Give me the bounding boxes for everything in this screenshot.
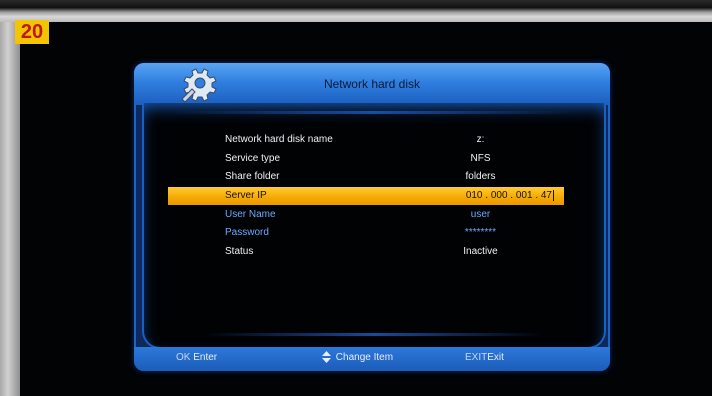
exit-hint[interactable]: EXITExit [465,351,504,365]
row-value: folders [465,171,496,182]
panel-glow-bottom [204,333,544,336]
dialog-footer: OK Enter Change Item EXITExit [134,347,610,371]
server-ip-input[interactable]: 010 . 000 . 001 . 47 [378,187,554,205]
exit-label: Exit [487,352,504,363]
ok-key: OK [176,352,191,363]
row-service-type[interactable]: Service type NFS [168,150,564,168]
row-user-name[interactable]: User Name user [168,206,564,224]
ok-enter-hint[interactable]: OK Enter [176,351,217,365]
row-password[interactable]: Password ******** [168,224,564,242]
row-value: 010 . 000 . 001 . 47 [465,190,552,201]
photo-frame-left [0,22,20,396]
dialog-title-bar: Network hard disk [134,63,610,105]
row-label: User Name [225,209,276,220]
row-value: ******** [464,227,497,238]
row-value: user [470,209,491,220]
exit-key: EXIT [465,352,488,363]
change-item-hint[interactable]: Change Item [322,351,393,365]
row-label: Share folder [225,171,280,182]
row-label: Network hard disk name [225,134,333,145]
row-share-folder[interactable]: Share folder folders [168,168,564,186]
change-item-label: Change Item [335,352,394,363]
photo-frame-top [0,0,712,22]
text-cursor [553,189,554,201]
row-value: z: [476,134,485,145]
row-label: Status [225,246,254,257]
up-down-arrow-icon [322,351,331,364]
row-label: Password [225,227,269,238]
settings-panel: Network hard disk name z: Service type N… [142,103,606,349]
row-value: Inactive [463,246,498,257]
panel-glow-top [174,111,574,114]
ok-label: Enter [193,352,218,363]
step-number-badge: 20 [15,20,49,44]
row-server-ip-selected[interactable]: Server IP 010 . 000 . 001 . 47 [168,187,564,205]
row-status[interactable]: Status Inactive [168,243,564,261]
dialog-title: Network hard disk [323,77,421,91]
row-label: Service type [225,153,281,164]
row-value: NFS [470,153,491,164]
row-network-hard-disk-name[interactable]: Network hard disk name z: [168,131,564,149]
row-label: Server IP [225,190,267,201]
network-hard-disk-dialog: Network hard disk Network hard disk name… [134,63,610,371]
